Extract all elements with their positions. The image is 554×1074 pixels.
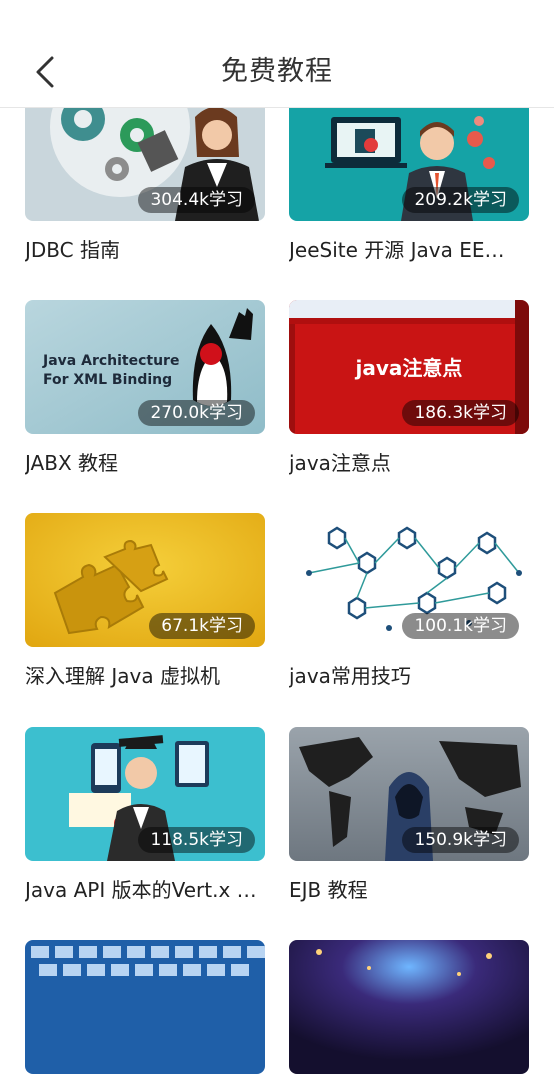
app-header: 免费教程 — [0, 0, 554, 108]
thumbnail-caption: Java Architecture — [42, 353, 179, 369]
learner-count-badge: 118.5k学习 — [138, 827, 255, 853]
course-thumbnail: Java Architecture For XML Binding 270.0k… — [25, 300, 265, 434]
learner-count-badge: 209.2k学习 — [402, 187, 519, 213]
thumbnail-caption: For XML Binding — [43, 372, 172, 388]
course-title: JDBC 指南 — [25, 238, 120, 262]
learner-count-badge: 270.0k学习 — [138, 400, 255, 426]
course-title: Java API 版本的Vert.x … — [25, 878, 257, 902]
learner-count-badge: 150.9k学习 — [402, 827, 519, 853]
course-title: 深入理解 Java 虚拟机 — [25, 664, 220, 688]
course-title: JeeSite 开源 Java EE… — [289, 238, 505, 262]
learner-count-badge: 100.1k学习 — [402, 613, 519, 639]
course-title: java常用技巧 — [289, 664, 411, 688]
course-thumbnail: java注意点 186.3k学习 — [289, 300, 529, 434]
course-title: JABX 教程 — [25, 451, 119, 475]
course-title: EJB 教程 — [289, 878, 368, 902]
learner-count-badge: 304.4k学习 — [138, 187, 255, 213]
course-title: java注意点 — [289, 451, 391, 475]
course-thumbnail — [25, 940, 265, 1074]
page-title: 免费教程 — [221, 56, 333, 87]
learner-count-badge: 186.3k学习 — [402, 400, 519, 426]
course-thumbnail — [289, 940, 529, 1074]
learner-count-badge: 67.1k学习 — [149, 613, 255, 639]
course-thumbnail: 150.9k学习 — [289, 727, 529, 861]
course-thumbnail: 118.5k学习 — [25, 727, 265, 861]
course-thumbnail: 67.1k学习 — [25, 513, 265, 647]
course-grid: 304.4k学习 JDBC 指南 209.2k学习 JeeSite 开源 Jav… — [0, 0, 554, 1074]
course-thumbnail: 100.1k学习 — [289, 513, 529, 647]
thumbnail-caption: java注意点 — [355, 356, 463, 380]
